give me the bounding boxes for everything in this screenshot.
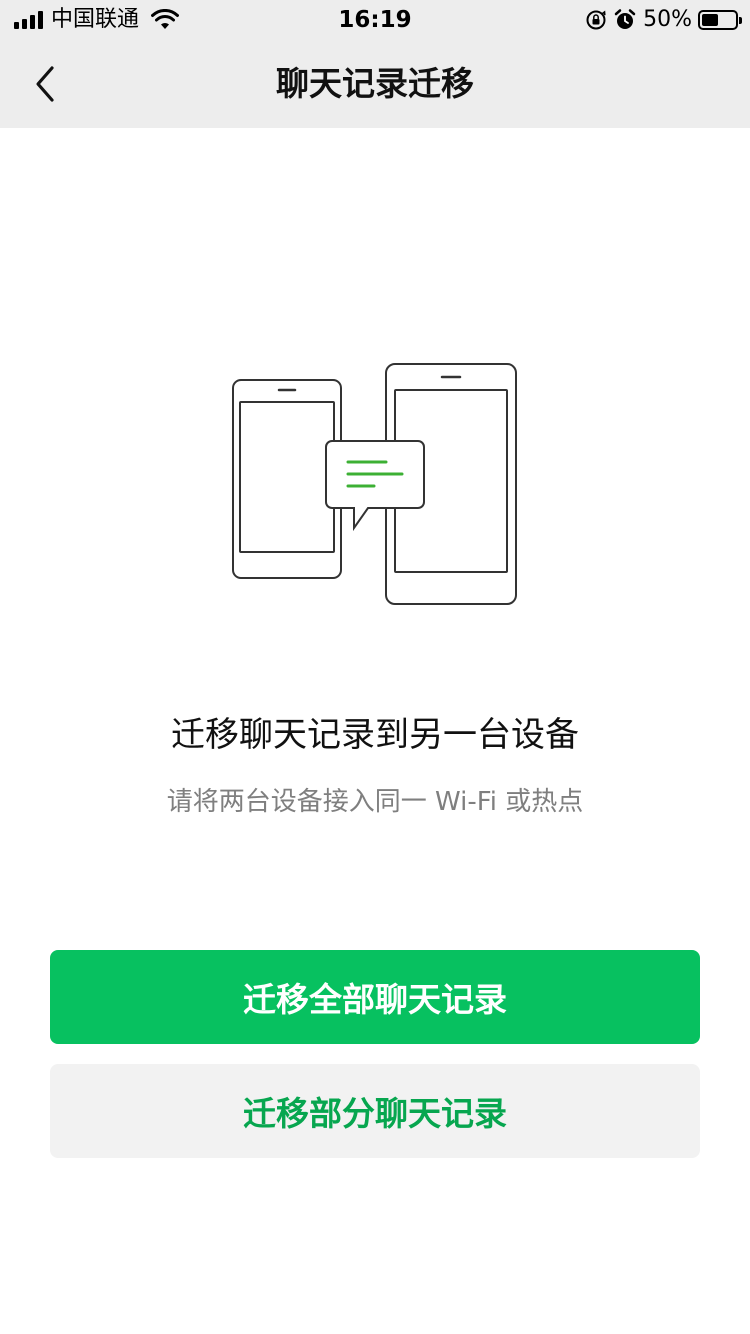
alarm-icon bbox=[614, 9, 636, 29]
device-transfer-illustration bbox=[232, 363, 517, 605]
subtitle: 请将两台设备接入同一 Wi-Fi 或热点 bbox=[166, 787, 584, 817]
chevron-left-icon bbox=[36, 66, 54, 102]
nav-bar: 聊天记录迁移 bbox=[0, 40, 750, 128]
screen: 中国联通 16:19 50% 聊天记录迁移 迁移聊天记录到另一台设备 请将两台设… bbox=[0, 0, 750, 1334]
status-bar: 中国联通 16:19 50% bbox=[0, 0, 750, 40]
migrate-partial-button[interactable]: 迁移部分聊天记录 bbox=[50, 1064, 700, 1158]
battery-percent: 50% bbox=[643, 7, 692, 32]
main-title: 迁移聊天记录到另一台设备 bbox=[171, 715, 579, 755]
page-title: 聊天记录迁移 bbox=[276, 64, 474, 103]
battery-fill bbox=[702, 14, 718, 26]
header: 中国联通 16:19 50% 聊天记录迁移 bbox=[0, 0, 750, 128]
back-button[interactable] bbox=[18, 56, 74, 112]
orientation-lock-icon bbox=[586, 10, 606, 30]
battery-icon bbox=[698, 10, 742, 30]
status-right: 50% bbox=[585, 6, 742, 34]
migrate-all-button[interactable]: 迁移全部聊天记录 bbox=[50, 950, 700, 1044]
battery-nub bbox=[739, 17, 742, 24]
